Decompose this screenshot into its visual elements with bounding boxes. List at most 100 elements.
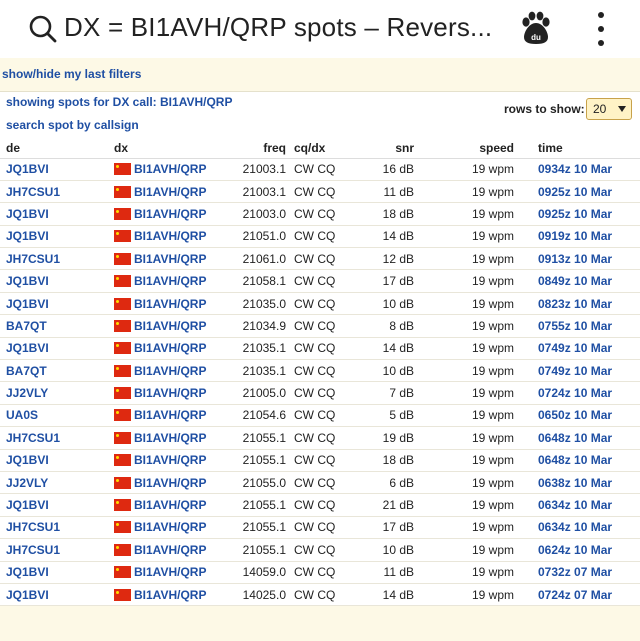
spotter-callsign-link[interactable]: JJ2VLY — [6, 476, 48, 490]
filters-bar: show/hide my last filters — [0, 58, 640, 92]
freq-cell: 21035.0 — [230, 292, 290, 316]
spotter-callsign-link[interactable]: JQ1BVI — [6, 341, 49, 355]
header-de[interactable]: de — [0, 138, 110, 159]
baidu-paw-icon[interactable]: du — [519, 10, 553, 46]
time-link[interactable]: 0732z 07 Mar — [538, 565, 612, 579]
spotter-callsign-link[interactable]: JQ1BVI — [6, 453, 49, 467]
speed-cell: 19 wpm — [418, 337, 518, 361]
spotter-callsign-link[interactable]: JH7CSU1 — [6, 520, 60, 534]
dx-callsign-link[interactable]: BI1AVH/QRP — [134, 453, 206, 467]
time-link[interactable]: 0823z 10 Mar — [538, 297, 612, 311]
spotter-callsign-link[interactable]: JH7CSU1 — [6, 185, 60, 199]
dx-callsign-link[interactable]: BI1AVH/QRP — [134, 252, 206, 266]
time-cell: 0648z 10 Mar — [518, 426, 640, 450]
spotter-callsign-link[interactable]: JQ1BVI — [6, 207, 49, 221]
spotter-cell: JH7CSU1 — [0, 516, 110, 540]
show-hide-filters-link[interactable]: show/hide my last filters — [2, 67, 141, 81]
more-vert-icon[interactable] — [590, 12, 612, 46]
dx-callsign-link[interactable]: BI1AVH/QRP — [134, 565, 206, 579]
dx-callsign-link[interactable]: BI1AVH/QRP — [134, 185, 206, 199]
time-link[interactable]: 0749z 10 Mar — [538, 341, 612, 355]
dx-callsign-link[interactable]: BI1AVH/QRP — [134, 341, 206, 355]
spotter-callsign-link[interactable]: JQ1BVI — [6, 297, 49, 311]
time-link[interactable]: 0650z 10 Mar — [538, 408, 612, 422]
time-link[interactable]: 0755z 10 Mar — [538, 319, 612, 333]
time-link[interactable]: 0724z 07 Mar — [538, 588, 612, 602]
time-link[interactable]: 0724z 10 Mar — [538, 386, 612, 400]
time-link[interactable]: 0634z 10 Mar — [538, 520, 612, 534]
time-link[interactable]: 0624z 10 Mar — [538, 543, 612, 557]
freq-cell: 21055.1 — [230, 449, 290, 472]
page-title[interactable]: DX = BI1AVH/QRP spots – Revers... — [64, 12, 492, 43]
time-link[interactable]: 0849z 10 Mar — [538, 274, 612, 288]
header-dx[interactable]: dx — [110, 138, 230, 159]
header-cq-dx[interactable]: cq/dx — [290, 138, 360, 159]
table-row: JJ2VLY BI1AVH/QRP 21055.0 CW CQ 6 dB 19 wpm 06… — [0, 471, 640, 495]
header-speed[interactable]: speed — [418, 138, 518, 159]
china-flag-icon — [114, 275, 131, 288]
dx-callsign-link[interactable]: BI1AVH/QRP — [134, 386, 206, 400]
dx-callsign-link[interactable]: BI1AVH/QRP — [134, 364, 206, 378]
time-cell: 0919z 10 Mar — [518, 225, 640, 249]
time-link[interactable]: 0934z 10 Mar — [538, 162, 612, 176]
spotter-callsign-link[interactable]: JQ1BVI — [6, 498, 49, 512]
dx-callsign-link[interactable]: BI1AVH/QRP — [134, 207, 206, 221]
spotter-cell: JQ1BVI — [0, 493, 110, 517]
time-link[interactable]: 0749z 10 Mar — [538, 364, 612, 378]
spotter-callsign-link[interactable]: JQ1BVI — [6, 588, 49, 602]
mode-cell: CW CQ — [290, 314, 360, 338]
spotter-callsign-link[interactable]: JQ1BVI — [6, 274, 49, 288]
spotter-cell: JH7CSU1 — [0, 180, 110, 204]
time-cell: 0724z 10 Mar — [518, 381, 640, 405]
rows-to-show-select[interactable]: 20 — [586, 98, 632, 120]
spotter-callsign-link[interactable]: JQ1BVI — [6, 565, 49, 579]
header-snr[interactable]: snr — [360, 138, 418, 159]
spotter-callsign-link[interactable]: UA0S — [6, 408, 38, 422]
dx-callsign-link[interactable]: BI1AVH/QRP — [134, 543, 206, 557]
dx-callsign-link[interactable]: BI1AVH/QRP — [134, 274, 206, 288]
time-link[interactable]: 0648z 10 Mar — [538, 431, 612, 445]
dx-callsign-link[interactable]: BI1AVH/QRP — [134, 476, 206, 490]
speed-cell: 19 wpm — [418, 158, 518, 181]
dx-callsign-link[interactable]: BI1AVH/QRP — [134, 588, 206, 602]
china-flag-icon — [114, 499, 131, 512]
dx-callsign-link[interactable]: BI1AVH/QRP — [134, 498, 206, 512]
header-time[interactable]: time — [518, 138, 640, 159]
search-spot-link[interactable]: search spot by callsign — [6, 118, 139, 132]
time-link[interactable]: 0634z 10 Mar — [538, 498, 612, 512]
spotter-callsign-link[interactable]: JH7CSU1 — [6, 252, 60, 266]
dx-callsign-link[interactable]: BI1AVH/QRP — [134, 520, 206, 534]
time-link[interactable]: 0638z 10 Mar — [538, 476, 612, 490]
time-link[interactable]: 0925z 10 Mar — [538, 185, 612, 199]
spotter-callsign-link[interactable]: JH7CSU1 — [6, 431, 60, 445]
time-link[interactable]: 0648z 10 Mar — [538, 453, 612, 467]
freq-cell: 21035.1 — [230, 359, 290, 383]
spotter-cell: JQ1BVI — [0, 449, 110, 472]
dx-callsign-link[interactable]: BI1AVH/QRP — [134, 431, 206, 445]
spotter-callsign-link[interactable]: BA7QT — [6, 364, 47, 378]
speed-cell: 19 wpm — [418, 225, 518, 249]
time-link[interactable]: 0925z 10 Mar — [538, 207, 612, 221]
spotter-callsign-link[interactable]: JH7CSU1 — [6, 543, 60, 557]
time-link[interactable]: 0913z 10 Mar — [538, 252, 612, 266]
time-cell: 0934z 10 Mar — [518, 158, 640, 181]
dx-callsign-link[interactable]: BI1AVH/QRP — [134, 229, 206, 243]
dx-callsign-link[interactable]: BI1AVH/QRP — [134, 319, 206, 333]
top-app-bar: DX = BI1AVH/QRP spots – Revers... du — [0, 0, 640, 58]
dx-callsign-link[interactable]: BI1AVH/QRP — [134, 297, 206, 311]
table-row: BA7QT BI1AVH/QRP 21035.1 CW CQ 10 dB 19 wpm 07… — [0, 359, 640, 383]
search-icon[interactable] — [28, 14, 58, 44]
spotter-cell: JQ1BVI — [0, 225, 110, 249]
spotter-callsign-link[interactable]: JJ2VLY — [6, 386, 48, 400]
spotter-callsign-link[interactable]: JQ1BVI — [6, 229, 49, 243]
snr-cell: 8 dB — [360, 314, 418, 338]
spotter-callsign-link[interactable]: JQ1BVI — [6, 162, 49, 176]
spotter-callsign-link[interactable]: BA7QT — [6, 319, 47, 333]
time-cell: 0648z 10 Mar — [518, 449, 640, 472]
showing-spots-link[interactable]: showing spots for DX call: BI1AVH/QRP — [6, 95, 232, 109]
dx-callsign-link[interactable]: BI1AVH/QRP — [134, 408, 206, 422]
china-flag-icon — [114, 566, 131, 579]
time-link[interactable]: 0919z 10 Mar — [538, 229, 612, 243]
header-freq[interactable]: freq — [230, 138, 290, 159]
dx-callsign-link[interactable]: BI1AVH/QRP — [134, 162, 206, 176]
